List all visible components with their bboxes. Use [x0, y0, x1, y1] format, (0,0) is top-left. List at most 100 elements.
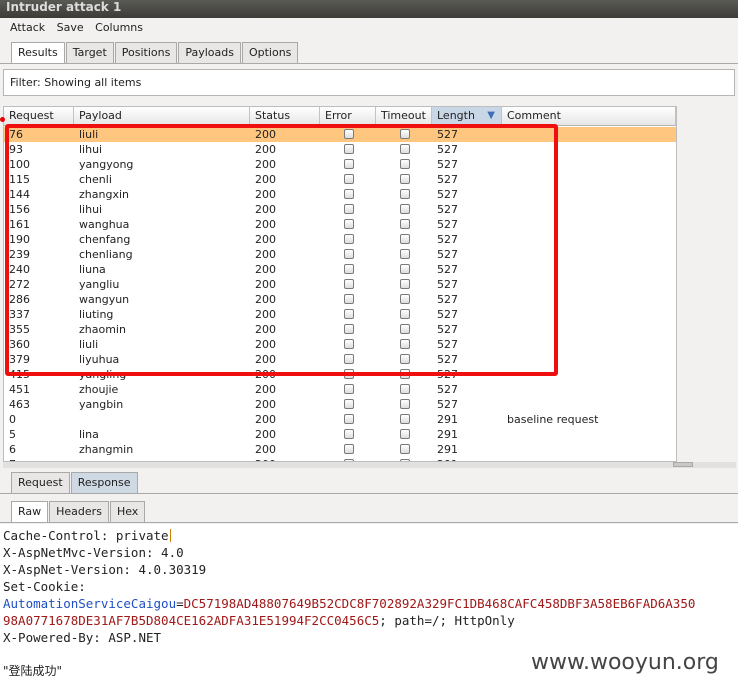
table-row[interactable]: 286 wangyun 200 527	[4, 292, 676, 307]
table-row[interactable]: 0 200 291 baseline request	[4, 412, 676, 427]
timeout-checkbox[interactable]	[400, 219, 410, 229]
table-row[interactable]: 115 chenli 200 527	[4, 172, 676, 187]
timeout-checkbox[interactable]	[400, 369, 410, 379]
error-checkbox[interactable]	[344, 129, 354, 139]
timeout-checkbox[interactable]	[400, 174, 410, 184]
status-cell: 200	[255, 338, 276, 351]
table-row[interactable]: 463 yangbin 200 527	[4, 397, 676, 412]
tab-positions[interactable]: Positions	[114, 42, 178, 63]
timeout-checkbox[interactable]	[400, 189, 410, 199]
error-checkbox[interactable]	[344, 369, 354, 379]
timeout-checkbox[interactable]	[400, 129, 410, 139]
table-row[interactable]: 337 liuting 200 527	[4, 307, 676, 322]
error-checkbox[interactable]	[344, 339, 354, 349]
scrollbar-thumb[interactable]	[673, 462, 693, 467]
table-row[interactable]: 451 zhoujie 200 527	[4, 382, 676, 397]
table-row[interactable]: 239 chenliang 200 527	[4, 247, 676, 262]
error-checkbox[interactable]	[344, 444, 354, 454]
column-header-payload[interactable]: Payload	[74, 107, 250, 125]
timeout-checkbox[interactable]	[400, 309, 410, 319]
error-checkbox[interactable]	[344, 279, 354, 289]
timeout-checkbox[interactable]	[400, 249, 410, 259]
timeout-checkbox[interactable]	[400, 324, 410, 334]
table-row[interactable]: 76 liuli 200 527	[4, 127, 676, 142]
column-header-length[interactable]: Length ▼	[432, 107, 502, 125]
error-checkbox[interactable]	[344, 429, 354, 439]
table-row[interactable]: 415 yangling 200 527	[4, 367, 676, 382]
error-checkbox[interactable]	[344, 204, 354, 214]
error-checkbox[interactable]	[344, 159, 354, 169]
tab-target[interactable]: Target	[65, 42, 114, 63]
filter-bar[interactable]: Filter: Showing all items	[3, 69, 735, 96]
column-header-status[interactable]: Status	[250, 107, 320, 125]
table-row[interactable]: 100 yangyong 200 527	[4, 157, 676, 172]
timeout-checkbox[interactable]	[400, 414, 410, 424]
table-row[interactable]: 355 zhaomin 200 527	[4, 322, 676, 337]
tab-options[interactable]: Options	[241, 42, 299, 63]
status-cell: 200	[255, 248, 276, 261]
timeout-checkbox[interactable]	[400, 354, 410, 364]
error-checkbox[interactable]	[344, 249, 354, 259]
menu-columns[interactable]: Columns	[95, 18, 143, 38]
menu-attack[interactable]: Attack	[10, 18, 45, 38]
timeout-checkbox[interactable]	[400, 159, 410, 169]
error-checkbox[interactable]	[344, 174, 354, 184]
status-cell: 200	[255, 278, 276, 291]
table-row[interactable]: 144 zhangxin 200 527	[4, 187, 676, 202]
table-row[interactable]: 156 lihui 200 527	[4, 202, 676, 217]
table-row[interactable]: 360 liuli 200 527	[4, 337, 676, 352]
tab-headers[interactable]: Headers	[49, 501, 109, 522]
column-header-request[interactable]: Request	[4, 107, 74, 125]
tab-response[interactable]: Response	[70, 472, 138, 493]
timeout-checkbox[interactable]	[400, 294, 410, 304]
table-row[interactable]: 240 liuna 200 527	[4, 262, 676, 277]
tab-results[interactable]: Results	[11, 42, 65, 63]
cookie-equals: =	[176, 596, 184, 611]
table-row[interactable]: 161 wanghua 200 527	[4, 217, 676, 232]
column-header-error[interactable]: Error	[320, 107, 376, 125]
table-header: Request Payload Status Error Timeout Len…	[4, 107, 676, 126]
timeout-checkbox[interactable]	[400, 204, 410, 214]
length-cell: 527	[437, 248, 458, 261]
column-header-timeout[interactable]: Timeout	[376, 107, 432, 125]
table-row[interactable]: 190 chenfang 200 527	[4, 232, 676, 247]
error-checkbox[interactable]	[344, 234, 354, 244]
error-checkbox[interactable]	[344, 399, 354, 409]
timeout-checkbox[interactable]	[400, 429, 410, 439]
table-row[interactable]: 379 liyuhua 200 527	[4, 352, 676, 367]
timeout-checkbox[interactable]	[400, 144, 410, 154]
timeout-checkbox[interactable]	[400, 444, 410, 454]
tab-hex[interactable]: Hex	[109, 501, 146, 522]
request-cell: 337	[9, 308, 30, 321]
window-title: Intruder attack 1	[0, 0, 738, 18]
tab-raw[interactable]: Raw	[11, 501, 49, 522]
timeout-checkbox[interactable]	[400, 279, 410, 289]
error-checkbox[interactable]	[344, 189, 354, 199]
table-horizontal-scrollbar[interactable]	[3, 462, 736, 468]
error-checkbox[interactable]	[344, 324, 354, 334]
error-checkbox[interactable]	[344, 144, 354, 154]
table-row[interactable]: 6 zhangmin 200 291	[4, 442, 676, 457]
error-checkbox[interactable]	[344, 294, 354, 304]
error-checkbox[interactable]	[344, 219, 354, 229]
tab-request[interactable]: Request	[11, 472, 70, 493]
error-checkbox[interactable]	[344, 264, 354, 274]
table-row[interactable]: 272 yangliu 200 527	[4, 277, 676, 292]
column-header-comment[interactable]: Comment	[502, 107, 676, 125]
timeout-checkbox[interactable]	[400, 234, 410, 244]
table-row[interactable]: 93 lihui 200 527	[4, 142, 676, 157]
error-checkbox[interactable]	[344, 354, 354, 364]
timeout-checkbox[interactable]	[400, 384, 410, 394]
timeout-checkbox[interactable]	[400, 339, 410, 349]
error-checkbox[interactable]	[344, 309, 354, 319]
error-checkbox[interactable]	[344, 384, 354, 394]
error-checkbox[interactable]	[344, 414, 354, 424]
menu-save[interactable]: Save	[57, 18, 84, 38]
status-cell: 200	[255, 308, 276, 321]
table-row[interactable]: 5 lina 200 291	[4, 427, 676, 442]
timeout-checkbox[interactable]	[400, 399, 410, 409]
tab-payloads[interactable]: Payloads	[178, 42, 241, 63]
cookie-value-part1: DC57198AD48807649B52CDC8F702892A329FC1DB…	[183, 596, 696, 611]
timeout-checkbox[interactable]	[400, 264, 410, 274]
comment-cell	[502, 262, 676, 277]
